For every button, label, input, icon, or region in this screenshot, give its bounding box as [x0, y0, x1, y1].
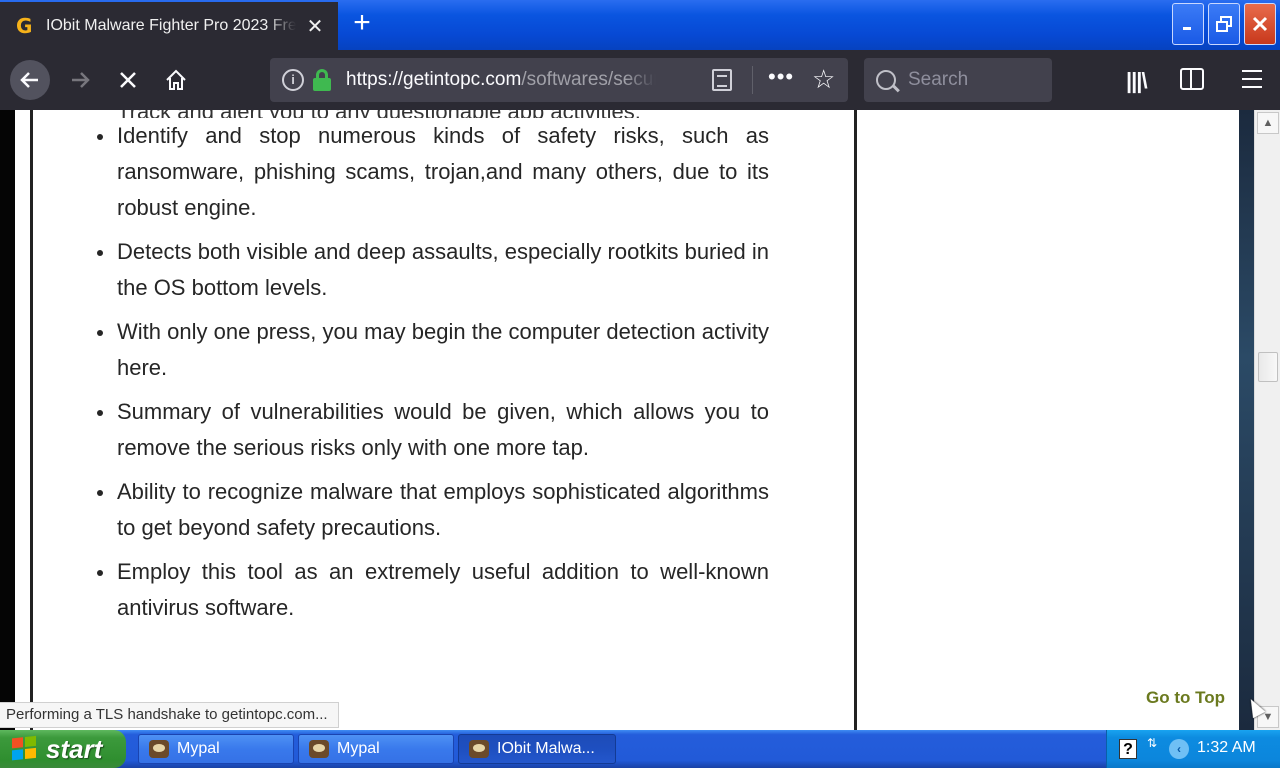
search-box[interactable] [864, 58, 1052, 102]
close-icon [1252, 16, 1268, 32]
minimize-icon [1183, 27, 1191, 30]
site-favicon-icon: G [16, 14, 33, 38]
url-path: /softwares/security/iobit-malware-fighte… [521, 69, 656, 90]
network-icon[interactable]: ⇅ [1147, 736, 1157, 750]
start-label: start [46, 733, 103, 764]
tab-strip: G IObit Malware Fighter Pro 2023 Free Do… [0, 0, 1280, 50]
page-scrollbar[interactable]: ▲ ▼ [1254, 110, 1280, 730]
taskbar-item-label: Mypal [337, 740, 380, 757]
status-bar: Performing a TLS handshake to getintopc.… [0, 702, 339, 728]
list-item: Summary of vulnerabilities would be give… [97, 394, 769, 466]
start-button[interactable]: start [0, 730, 126, 768]
window-restore-button[interactable] [1208, 3, 1240, 45]
list-item: With only one press, you may begin the c… [97, 314, 769, 386]
page-background-edge-right [1239, 110, 1254, 730]
scroll-up-arrow-icon[interactable]: ▲ [1257, 112, 1279, 134]
clipped-list-item: Track and alert you to any questionable … [117, 110, 769, 118]
list-item: Employ this tool as an extremely useful … [97, 554, 769, 626]
address-bar[interactable]: i https://getintopc.com/softwares/securi… [270, 58, 848, 102]
tab-close-icon[interactable]: ✕ [304, 14, 326, 39]
system-clock[interactable]: 1:32 AM [1197, 739, 1256, 757]
page-actions-menu-icon[interactable]: ••• [768, 64, 794, 90]
sidebar-toggle-icon[interactable] [1180, 68, 1204, 90]
restore-icon [1216, 16, 1232, 32]
stop-x-icon [120, 72, 136, 88]
system-tray: ? ⇅ ‹ 1:32 AM [1106, 730, 1280, 768]
content-left-border [30, 110, 33, 730]
reader-view-icon[interactable] [712, 69, 732, 91]
address-bar-separator [752, 66, 753, 94]
content-column-divider [854, 110, 857, 730]
library-icon[interactable]: |||\ [1126, 68, 1148, 94]
feature-list-article: Track and alert you to any questionable … [97, 110, 769, 634]
list-item: Identify and stop numerous kinds of safe… [97, 118, 769, 226]
feature-bullet-list: Identify and stop numerous kinds of safe… [97, 118, 769, 626]
taskbar-item-mypal[interactable]: Mypal [138, 734, 294, 764]
list-item: Ability to recognize malware that employ… [97, 474, 769, 546]
search-input[interactable] [908, 69, 1038, 91]
go-to-top-link[interactable]: Go to Top [1146, 688, 1225, 708]
mypal-app-icon [309, 740, 329, 758]
forward-button[interactable] [60, 60, 100, 100]
windows-logo-icon [12, 735, 38, 763]
bookmark-star-icon[interactable]: ☆ [812, 64, 835, 94]
url-text[interactable]: https://getintopc.com/softwares/security… [346, 69, 656, 91]
back-arrow-icon [20, 72, 38, 88]
forward-arrow-icon [72, 72, 90, 88]
mypal-app-icon [149, 740, 169, 758]
window-minimize-button[interactable] [1172, 3, 1204, 45]
stop-loading-button[interactable] [108, 60, 148, 100]
secure-lock-icon[interactable] [312, 69, 332, 91]
hamburger-menu-icon[interactable] [1242, 70, 1262, 88]
site-info-icon[interactable]: i [282, 69, 304, 91]
taskbar-item-label: IObit Malwa... [497, 740, 595, 757]
page-background-edge [0, 110, 15, 730]
show-hidden-icons-chevron-icon[interactable]: ‹ [1169, 739, 1189, 759]
taskbar-item-mypal[interactable]: Mypal [298, 734, 454, 764]
back-button[interactable] [10, 60, 50, 100]
tab-title: IObit Malware Fighter Pro 2023 Free Down… [46, 17, 296, 34]
scrollbar-thumb[interactable] [1258, 352, 1278, 382]
search-icon [876, 70, 896, 90]
list-item: Detects both visible and deep assaults, … [97, 234, 769, 306]
home-icon [166, 69, 186, 90]
page-viewport: Track and alert you to any questionable … [0, 110, 1280, 730]
home-button[interactable] [156, 60, 196, 100]
taskbar-item-iobit[interactable]: IObit Malwa... [458, 734, 616, 764]
new-tab-button[interactable]: + [346, 8, 378, 40]
navigation-toolbar: i https://getintopc.com/softwares/securi… [0, 50, 1280, 110]
help-icon[interactable]: ? [1119, 739, 1137, 759]
taskbar-item-label: Mypal [177, 740, 220, 757]
window-close-button[interactable] [1244, 3, 1276, 45]
url-host: https://getintopc.com [346, 69, 522, 90]
mypal-app-icon [469, 740, 489, 758]
browser-tab[interactable]: G IObit Malware Fighter Pro 2023 Free Do… [0, 2, 338, 50]
taskbar: start Mypal Mypal IObit Malwa... ? ⇅ ‹ 1… [0, 730, 1280, 768]
